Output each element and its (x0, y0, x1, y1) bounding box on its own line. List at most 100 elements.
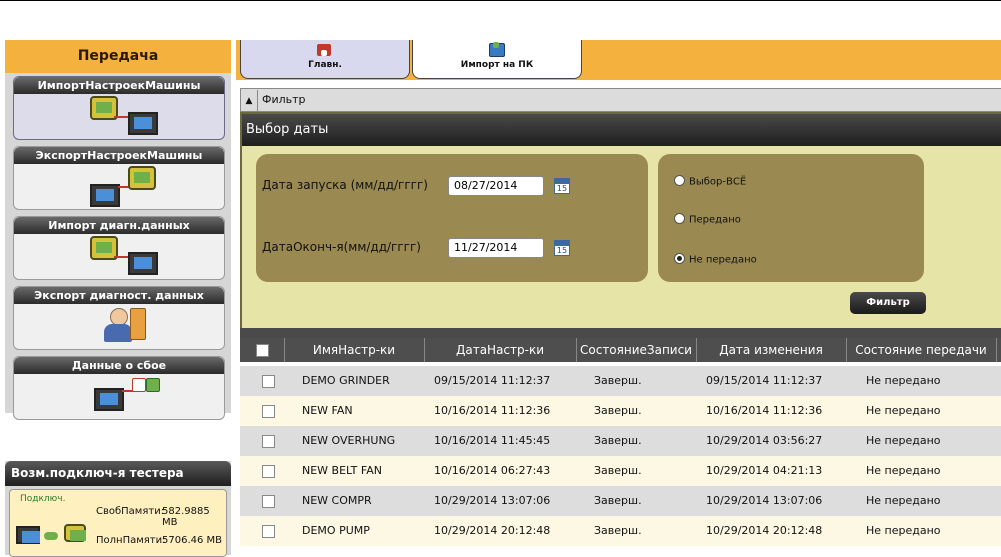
sidebar-item-label: Импорт диагн.данных (14, 217, 224, 234)
row-checkbox-cell[interactable] (262, 486, 275, 516)
sidebar-menu: ИмпортНастроекМашины ЭкспортНастроекМаши… (5, 73, 231, 420)
radio-not-transferred[interactable]: Не передано (674, 253, 757, 266)
cell-modified-date: 10/29/2014 20:12:48 (706, 524, 823, 537)
sidebar-item-label: ИмпортНастроекМашины (14, 77, 224, 94)
free-memory-value: 582.9885 MB (162, 506, 210, 528)
sidebar-item-label: ЭкспортНастроекМашины (14, 147, 224, 164)
pc-error-icon (14, 374, 224, 418)
table-row[interactable]: NEW FAN 10/16/2014 11:12:36 Заверш. 10/1… (240, 396, 1001, 426)
sidebar-item-export-diag[interactable]: Экспорт диагност. данных (13, 286, 225, 350)
row-checkbox[interactable] (262, 464, 275, 478)
cell-setup-date: 10/29/2014 20:12:48 (434, 524, 551, 537)
row-checkbox-cell[interactable] (262, 396, 275, 426)
end-date-input[interactable] (448, 238, 544, 258)
cell-record-state: Заверш. (594, 524, 642, 537)
device-to-pc-icon (14, 94, 224, 138)
cell-transfer-state: Не передано (866, 494, 941, 507)
tester-status-box: Подключ. СвобПамяти: 582.9885 MB ПолнПам… (9, 489, 227, 557)
table-row[interactable]: NEW COMPR 10/29/2014 13:07:06 Заверш. 10… (240, 486, 1001, 516)
start-date-input[interactable] (448, 176, 544, 196)
cell-modified-date: 10/29/2014 13:07:06 (706, 494, 823, 507)
cell-setup-date: 10/16/2014 11:12:36 (434, 404, 551, 417)
cell-modified-date: 10/29/2014 03:56:27 (706, 434, 823, 447)
select-all-checkbox[interactable] (255, 344, 269, 357)
cell-name: DEMO PUMP (302, 524, 370, 537)
table-header: ИмяНастр-ки ДатаНастр-ки СостояниеЗаписи… (240, 338, 1001, 362)
home-icon (241, 40, 409, 60)
row-checkbox[interactable] (262, 374, 275, 388)
tab-label: Главн. (308, 60, 342, 70)
sidebar-item-import-diag[interactable]: Импорт диагн.данных (13, 216, 225, 280)
table-row[interactable]: NEW BELT FAN 10/16/2014 06:27:43 Заверш.… (240, 456, 1001, 486)
column-header-modified-date[interactable]: Дата изменения (696, 338, 847, 362)
end-calendar-icon[interactable]: 15 (554, 240, 570, 256)
radio-label: Выбор-ВСЁ (689, 176, 747, 188)
tester-connection-panel: Возм.подключ-я тестера Подключ. СвобПамя… (5, 461, 231, 557)
transfer-status-box: Выбор-ВСЁ Передано Не передано (658, 154, 924, 282)
panel-separator (240, 328, 1001, 338)
sidebar-item-export-settings[interactable]: ЭкспортНастроекМашины (13, 146, 225, 210)
radio-select-all[interactable]: Выбор-ВСЁ (674, 175, 747, 188)
row-checkbox[interactable] (262, 404, 275, 418)
cell-record-state: Заверш. (594, 404, 642, 417)
start-calendar-icon[interactable]: 15 (554, 178, 570, 194)
filter-toggle[interactable]: ▲ Фильтр (240, 88, 1001, 112)
date-filter-panel: Выбор даты Дата запуска (мм/дд/гггг) 15 … (240, 112, 1001, 330)
row-checkbox[interactable] (262, 434, 275, 448)
select-all-checkbox-cell[interactable] (240, 338, 285, 362)
cell-record-state: Заверш. (594, 434, 642, 447)
filter-header-label: Фильтр (262, 93, 306, 106)
cell-setup-date: 10/16/2014 06:27:43 (434, 464, 551, 477)
row-checkbox[interactable] (262, 524, 275, 538)
tab-bar: Главн. Импорт на ПК (236, 40, 1001, 80)
device-to-pc-data-icon (14, 234, 224, 278)
radio-circle (674, 213, 685, 224)
date-range-box: Дата запуска (мм/дд/гггг) 15 ДатаОконч-я… (256, 154, 648, 282)
pc-to-device-icon (14, 164, 224, 208)
row-checkbox-cell[interactable] (262, 516, 275, 546)
column-header-name[interactable]: ИмяНастр-ки (284, 338, 425, 362)
cell-modified-date: 10/29/2014 04:21:13 (706, 464, 823, 477)
tab-import-pc[interactable]: Импорт на ПК (412, 40, 582, 79)
row-checkbox-cell[interactable] (262, 426, 275, 456)
collapse-arrow-icon: ▲ (241, 90, 258, 112)
cell-record-state: Заверш. (594, 374, 642, 387)
row-checkbox-cell[interactable] (262, 366, 275, 396)
total-memory-label: ПолнПамяти: (96, 535, 166, 546)
sidebar: Передача ИмпортНастроекМашины ЭкспортНас… (5, 40, 231, 557)
column-header-record-state[interactable]: СостояниеЗаписи (576, 338, 697, 362)
sidebar-item-fault-data[interactable]: Данные о сбое (13, 356, 225, 420)
cell-setup-date: 10/16/2014 11:45:45 (434, 434, 551, 447)
title-bar (0, 1, 1001, 40)
connection-status: Подключ. (20, 494, 66, 504)
sidebar-item-label: Экспорт диагност. данных (14, 287, 224, 304)
cell-transfer-state: Не передано (866, 434, 941, 447)
radio-label: Не передано (689, 254, 757, 266)
cell-record-state: Заверш. (594, 494, 642, 507)
cell-modified-date: 09/15/2014 11:12:37 (706, 374, 823, 387)
cell-name: NEW OVERHUNG (302, 434, 396, 447)
column-header-transfer-state[interactable]: Состояние передачи (846, 338, 997, 362)
filter-button[interactable]: Фильтр (850, 292, 926, 314)
table-row[interactable]: DEMO PUMP 10/29/2014 20:12:48 Заверш. 10… (240, 516, 1001, 546)
sidebar-title: Передача (5, 40, 231, 73)
sidebar-item-import-settings[interactable]: ИмпортНастроекМашины (13, 76, 225, 140)
cell-setup-date: 09/15/2014 11:12:37 (434, 374, 551, 387)
tab-label: Импорт на ПК (460, 60, 534, 70)
cell-name: NEW BELT FAN (302, 464, 382, 477)
table-row[interactable]: DEMO GRINDER 09/15/2014 11:12:37 Заверш.… (240, 366, 1001, 396)
radio-transferred[interactable]: Передано (674, 213, 741, 226)
table-row[interactable]: NEW OVERHUNG 10/16/2014 11:45:45 Заверш.… (240, 426, 1001, 456)
radio-circle (674, 175, 685, 186)
person-database-icon (14, 304, 224, 348)
sidebar-item-label: Данные о сбое (14, 357, 224, 374)
end-date-label: ДатаОконч-я(мм/дд/гггг) (262, 240, 421, 254)
date-panel-title: Выбор даты (242, 114, 1001, 146)
row-checkbox[interactable] (262, 494, 275, 508)
row-checkbox-cell[interactable] (262, 456, 275, 486)
cell-transfer-state: Не передано (866, 374, 941, 387)
tester-title: Возм.подключ-я тестера (5, 461, 231, 486)
column-header-setup-date[interactable]: ДатаНастр-ки (424, 338, 577, 362)
radio-label: Передано (689, 214, 741, 226)
tab-home[interactable]: Главн. (240, 40, 410, 79)
